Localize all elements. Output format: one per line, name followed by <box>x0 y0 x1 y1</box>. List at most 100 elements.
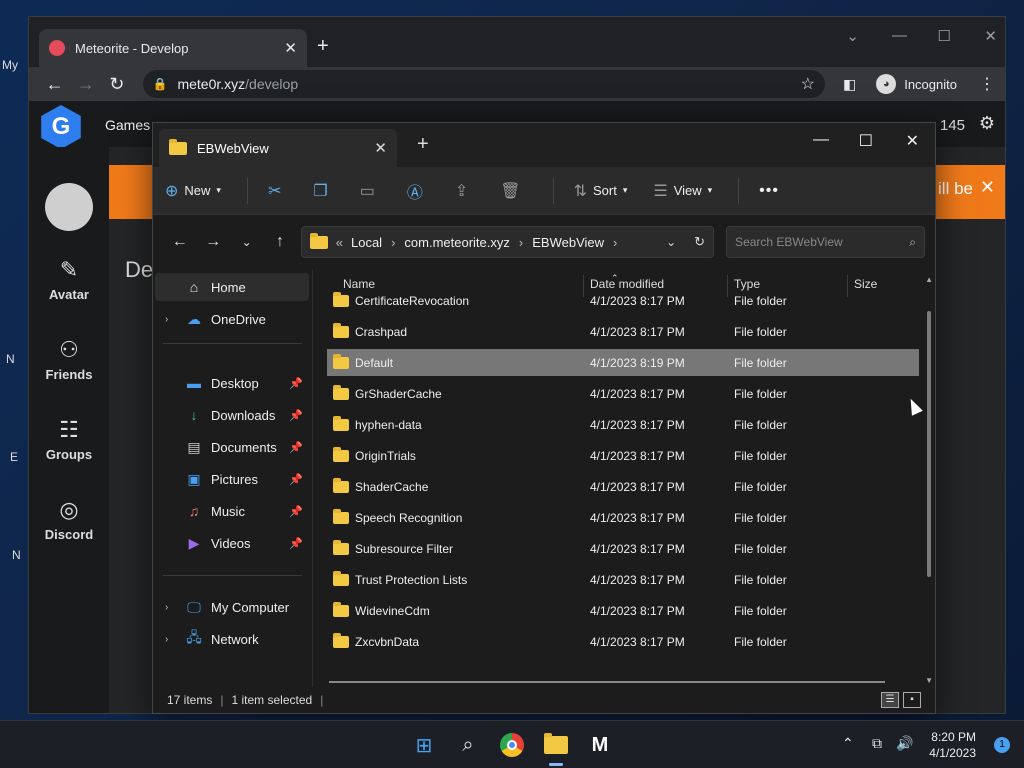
desktop-icon-label[interactable]: N <box>6 352 15 366</box>
minimize-button[interactable]: — <box>892 27 907 44</box>
table-row[interactable]: Trust Protection Lists 4/1/2023 8:17 PM Fi… <box>327 566 919 593</box>
sidebar-item-avatar[interactable]: ✎ Avatar <box>29 257 109 302</box>
scroll-up-arrow[interactable]: ▲ <box>925 275 933 284</box>
recent-locations-button[interactable]: ⌄ <box>230 235 263 249</box>
chevron-right-icon[interactable]: › <box>165 314 179 325</box>
nav-item-pictures[interactable]: ▣ Pictures 📌 <box>155 465 309 493</box>
breadcrumb-item[interactable]: Local <box>351 235 382 250</box>
view-button[interactable]: ☰ View ▾ <box>653 181 712 201</box>
breadcrumb-item[interactable]: com.meteorite.xyz <box>404 235 509 250</box>
sidebar-item-friends[interactable]: ⚇ Friends <box>29 337 109 382</box>
table-row[interactable]: Speech Recognition 4/1/2023 8:17 PM File f… <box>327 504 919 531</box>
close-window-button[interactable]: ✕ <box>984 27 997 45</box>
delete-button[interactable]: 🗑 <box>500 181 526 201</box>
browser-tab[interactable]: Meteorite - Develop ✕ <box>39 29 307 67</box>
chevron-up-icon[interactable]: ⌃ <box>842 735 854 752</box>
chevron-right-icon[interactable]: › <box>165 602 179 613</box>
address-bar[interactable]: 🔒 mete0r.xyz /develop ☆ <box>142 70 825 98</box>
copy-button[interactable]: ❐ <box>313 181 333 201</box>
back-button[interactable]: ← <box>39 74 70 95</box>
desktop-icon-label[interactable]: My <box>2 58 18 72</box>
start-button[interactable]: ⊞ <box>408 729 440 761</box>
address-breadcrumb[interactable]: « Local › com.meteorite.xyz › EBWebView … <box>300 226 715 258</box>
breadcrumb-item[interactable]: EBWebView <box>532 235 604 250</box>
minimize-button[interactable]: — <box>813 131 829 149</box>
nav-item-home[interactable]: ⌂ Home <box>155 273 309 301</box>
meteorite-app-icon[interactable]: M <box>584 729 616 761</box>
table-row[interactable]: ZxcvbnData 4/1/2023 8:17 PM File folder <box>327 628 919 655</box>
avatar[interactable] <box>45 183 93 231</box>
lock-icon[interactable]: 🔒 <box>153 77 168 91</box>
table-row[interactable]: Crashpad 4/1/2023 8:17 PM File folder <box>327 318 919 345</box>
system-clock[interactable]: 8:20 PM 4/1/2023 <box>929 729 976 761</box>
nav-item-videos[interactable]: ▶ Videos 📌 <box>155 529 309 557</box>
more-options-button[interactable]: ••• <box>759 182 779 200</box>
new-button[interactable]: ⊕ New ▾ <box>165 181 221 201</box>
close-window-button[interactable]: ✕ <box>906 131 919 151</box>
table-row[interactable]: OriginTrials 4/1/2023 8:17 PM File folder <box>327 442 919 469</box>
file-explorer-icon[interactable] <box>540 729 572 766</box>
reload-button[interactable]: ↻ <box>101 74 132 95</box>
close-icon[interactable]: ✕ <box>284 39 297 57</box>
table-row[interactable]: Subresource Filter 4/1/2023 8:17 PM File f… <box>327 535 919 562</box>
pin-icon[interactable]: 📌 <box>289 409 303 422</box>
nav-item-desktop[interactable]: ▬ Desktop 📌 <box>155 369 309 397</box>
network-tray-icon[interactable]: ⧉ <box>872 735 882 752</box>
table-row[interactable]: CertificateRevocation 4/1/2023 8:17 PM Fil… <box>327 287 919 314</box>
table-row[interactable]: Default 4/1/2023 8:19 PM File folder <box>327 349 919 376</box>
forward-button[interactable]: → <box>196 233 229 251</box>
volume-icon[interactable]: 🔊 <box>896 735 913 752</box>
refresh-icon[interactable]: ↻ <box>694 234 705 250</box>
close-icon[interactable]: ✕ <box>980 177 995 198</box>
chevron-right-icon[interactable]: › <box>391 235 395 250</box>
table-row[interactable]: hyphen-data 4/1/2023 8:17 PM File folder <box>327 411 919 438</box>
chevron-right-icon[interactable]: › <box>165 634 179 645</box>
nav-item-network[interactable]: › 🖧 Network <box>155 625 309 653</box>
pin-icon[interactable]: 📌 <box>289 377 303 390</box>
tiles-view-icon[interactable]: ▪ <box>903 692 921 708</box>
forward-button[interactable]: → <box>70 74 101 95</box>
maximize-button[interactable]: ☐ <box>859 131 873 151</box>
desktop-icon-label[interactable]: E <box>10 450 18 464</box>
new-tab-button[interactable]: + <box>417 133 429 156</box>
maximize-button[interactable]: ☐ <box>938 27 951 45</box>
sidebar-item-groups[interactable]: ☷ Groups <box>29 417 109 462</box>
pin-icon[interactable]: 📌 <box>289 505 303 518</box>
side-panel-icon[interactable]: ◧ <box>843 76 856 93</box>
nav-games[interactable]: Games <box>105 117 150 133</box>
share-button[interactable]: ⇪ <box>455 181 474 201</box>
browser-menu-icon[interactable]: ⋮ <box>979 74 995 94</box>
sidebar-item-discord[interactable]: ◎ Discord <box>29 497 109 542</box>
pin-icon[interactable]: 📌 <box>289 473 303 486</box>
explorer-tab[interactable]: EBWebView ✕ <box>159 129 397 167</box>
chevron-down-icon[interactable]: ⌄ <box>846 27 859 45</box>
chevron-right-icon[interactable]: › <box>613 235 617 250</box>
details-view-icon[interactable]: ☰ <box>881 692 899 708</box>
nav-item-my-computer[interactable]: › 🖵 My Computer <box>155 593 309 621</box>
paste-button[interactable]: ▭ <box>360 181 381 201</box>
overflow-chevron[interactable]: « <box>336 235 343 250</box>
scroll-down-arrow[interactable]: ▼ <box>925 676 933 685</box>
desktop-icon-label[interactable]: N <box>12 548 21 562</box>
search-icon[interactable]: ⌕ <box>452 729 484 761</box>
nav-item-music[interactable]: ♫ Music 📌 <box>155 497 309 525</box>
horizontal-scrollbar[interactable] <box>329 681 885 683</box>
close-icon[interactable]: ✕ <box>374 139 387 157</box>
bookmark-star-icon[interactable]: ☆ <box>801 74 815 94</box>
gear-icon[interactable]: ⚙ <box>979 113 995 134</box>
notification-badge[interactable]: 1 <box>994 737 1010 753</box>
vertical-scrollbar[interactable] <box>927 311 931 577</box>
nav-item-onedrive[interactable]: › ☁ OneDrive <box>155 305 309 333</box>
table-row[interactable]: ShaderCache 4/1/2023 8:17 PM File folder <box>327 473 919 500</box>
incognito-indicator[interactable]: ◕ Incognito <box>876 74 957 94</box>
pin-icon[interactable]: 📌 <box>289 441 303 454</box>
site-logo[interactable]: G <box>41 105 81 149</box>
rename-button[interactable]: Ⓐ <box>407 179 429 203</box>
chrome-icon[interactable] <box>496 729 528 761</box>
nav-item-documents[interactable]: ▤ Documents 📌 <box>155 433 309 461</box>
sort-button[interactable]: ⇅ Sort ▾ <box>574 181 628 201</box>
search-input[interactable]: Search EBWebView ⌕ <box>726 226 925 258</box>
back-button[interactable]: ← <box>163 233 196 251</box>
nav-item-downloads[interactable]: ↓ Downloads 📌 <box>155 401 309 429</box>
chevron-right-icon[interactable]: › <box>519 235 523 250</box>
